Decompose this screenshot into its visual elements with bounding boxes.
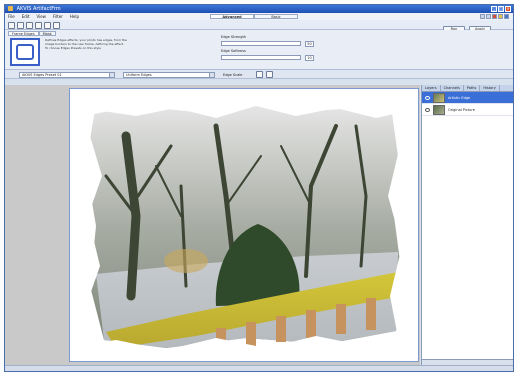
help-icon[interactable] [504,14,509,19]
open-icon[interactable] [8,22,15,29]
eye-icon[interactable] [425,108,430,112]
tab-history[interactable]: History [480,85,500,91]
zoom-icon[interactable] [53,22,60,29]
chevron-down-icon [109,73,114,77]
mode-select-value: Uniform Edges [126,73,152,77]
preset-select-value: AKVIS Edges Preset 01 [22,73,62,77]
save-icon[interactable] [17,22,24,29]
layer-thumbnail [433,105,445,115]
settings-icon[interactable] [480,14,485,19]
chevron-down-icon [209,73,214,77]
zoom-out-icon[interactable] [266,71,273,78]
layer-thumbnail [433,93,445,103]
layer-row[interactable]: Artistic Edge [422,92,513,104]
edge-strength-label: Edge Strength [221,35,247,39]
window-title: AKVIS ArtifactFrm [16,6,61,12]
title-bar: AKVIS ArtifactFrm _ □ × [5,5,513,13]
edge-strength-value[interactable]: 50 [305,41,314,47]
quick-toolbar [480,14,509,19]
close-button[interactable]: × [505,6,511,12]
menu-file[interactable]: File [8,13,15,20]
app-icon [8,6,13,11]
minimize-button[interactable]: _ [491,6,497,12]
undo-icon[interactable] [26,22,33,29]
layer-name: Artistic Edge [448,96,471,100]
menu-view[interactable]: View [36,13,46,20]
menu-help[interactable]: Help [70,13,79,20]
heart-icon[interactable] [492,14,497,19]
edge-softness-value[interactable]: 10 [305,55,314,61]
star-icon[interactable] [498,14,503,19]
status-bar [5,365,513,371]
edge-scale-label: Edge Scale [223,73,243,77]
tab-layers[interactable]: Layers [422,85,441,91]
effect-hint: Defines Edges effects: your photo has ed… [45,38,127,50]
info-icon[interactable] [486,14,491,19]
edge-softness-label: Edge Softness [221,49,246,53]
edge-softness-slider[interactable] [221,55,301,60]
edited-photo [76,96,410,358]
frame-preview[interactable] [10,38,40,66]
layer-row[interactable]: Original Picture [422,104,513,116]
edge-strength-slider[interactable] [221,41,301,46]
tab-basic[interactable]: Basic [254,14,298,19]
tab-mask[interactable]: Mask [38,31,56,36]
maximize-button[interactable]: □ [498,6,504,12]
tab-paths[interactable]: Paths [464,85,481,91]
tool-bar: Run Apply [5,20,513,32]
tab-frame-edges[interactable]: Frame Edges [8,31,39,36]
layer-name: Original Picture [448,108,475,112]
menu-filter[interactable]: Filter [53,13,63,20]
layers-panel: Layers Channels Paths History Artistic E… [421,85,513,367]
mode-select[interactable]: Uniform Edges [123,72,215,78]
preset-select[interactable]: AKVIS Edges Preset 01 [19,72,115,78]
tab-channels[interactable]: Channels [441,85,464,91]
warm-light [164,249,208,273]
settings-panel: Frame Edges Mask Defines Edges effects: … [5,30,513,70]
zoom-in-icon[interactable] [256,71,263,78]
preset-bar: AKVIS Edges Preset 01 Uniform Edges Edge… [5,70,513,79]
eye-icon[interactable] [425,96,430,100]
menu-edit[interactable]: Edit [22,13,30,20]
hand-icon[interactable] [44,22,51,29]
redo-icon[interactable] [35,22,42,29]
tab-advanced[interactable]: Advanced [210,14,254,19]
mode-tabs: Advanced Basic [210,14,298,19]
